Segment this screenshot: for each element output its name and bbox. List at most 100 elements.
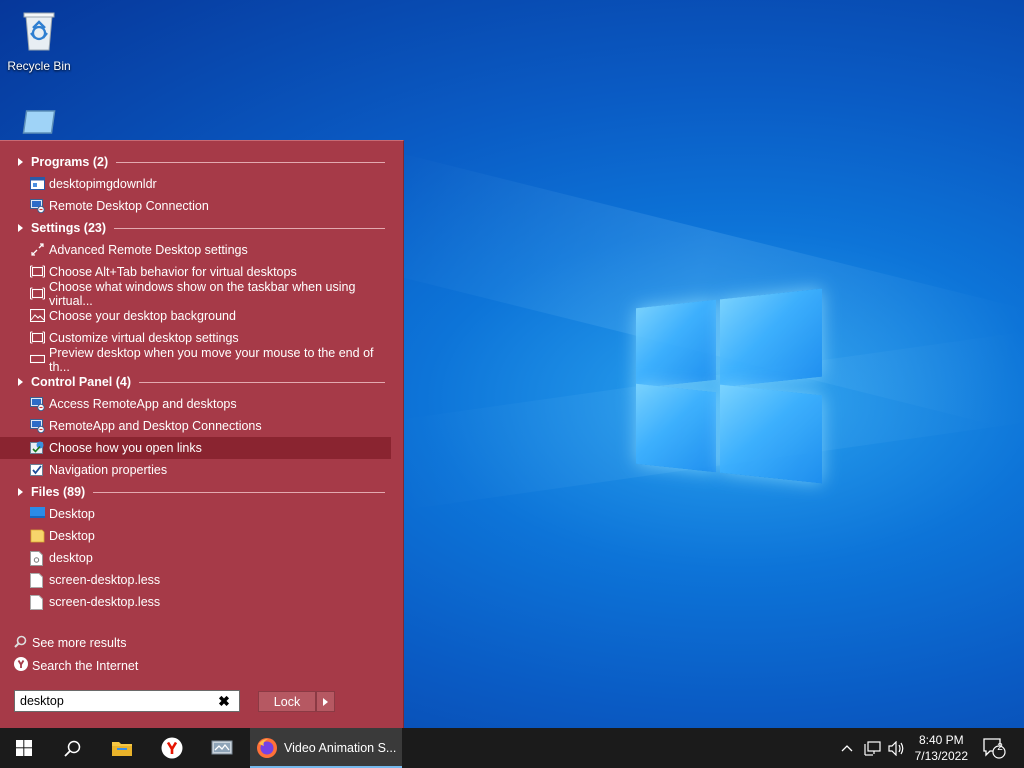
magnifier-icon (14, 635, 27, 651)
yandex-icon (161, 737, 183, 759)
search-result-label: Desktop (49, 507, 95, 521)
virtual-desktop-icon (30, 331, 45, 345)
search-result-label: RemoteApp and Desktop Connections (49, 419, 262, 433)
search-result-label: desktopimgdownldr (49, 177, 157, 191)
search-result-item[interactable]: Navigation properties (0, 459, 391, 481)
search-result-item[interactable]: Choose what windows show on the taskbar … (0, 280, 391, 308)
see-more-results-link[interactable]: See more results (14, 635, 126, 651)
clear-search-icon[interactable]: ✖ (212, 693, 236, 710)
remote-desktop-icon (30, 397, 45, 412)
yandex-browser-button[interactable] (152, 728, 192, 768)
search-result-item[interactable]: RemoteApp and Desktop Connections (0, 415, 391, 437)
search-result-item[interactable]: Access RemoteApp and desktops (0, 393, 391, 415)
chevron-right-icon (323, 697, 328, 706)
results-group-header[interactable]: Programs (2) (0, 151, 403, 173)
search-result-label: Desktop (49, 529, 95, 543)
search-result-label: Navigation properties (49, 463, 168, 477)
group-divider (139, 381, 385, 383)
search-results: Programs (2) desktopimgdownldr Remote Desk… (0, 151, 403, 613)
search-result-label: Choose how you open links (49, 441, 202, 455)
file-icon (30, 573, 45, 588)
file-explorer-button[interactable] (102, 728, 142, 768)
search-result-item[interactable]: Advanced Remote Desktop settings (0, 239, 391, 261)
lock-button[interactable]: Lock (258, 691, 316, 712)
search-result-item[interactable]: Choose your desktop background (0, 305, 391, 327)
results-group-header[interactable]: Control Panel (4) (0, 371, 403, 393)
power-options-arrow-button[interactable] (316, 691, 335, 712)
search-result-item[interactable]: screen-desktop.less (0, 569, 391, 591)
action-center-button[interactable]: 2 (980, 728, 1008, 768)
recycle-bin-icon (2, 8, 76, 55)
network-button[interactable] (861, 728, 883, 768)
firefox-icon (256, 737, 278, 759)
search-internet-label: Search the Internet (32, 658, 139, 673)
taskbar-app-firefox[interactable]: Video Animation S... (250, 728, 402, 768)
group-title: Files (89) (31, 485, 86, 499)
virtual-desktop-icon (30, 287, 45, 301)
internet-options-icon (30, 441, 45, 455)
search-result-label: desktop (49, 551, 93, 565)
search-result-item[interactable]: Preview desktop when you move your mouse… (0, 346, 391, 374)
search-icon (63, 740, 80, 757)
expand-arrow-icon (18, 378, 23, 386)
virtual-desktop-icon (30, 265, 45, 279)
search-result-item[interactable]: desktop (0, 547, 391, 569)
results-group-header[interactable]: Files (89) (0, 481, 403, 503)
expand-arrow-icon (18, 224, 23, 232)
network-icon (863, 740, 881, 756)
start-search-box[interactable]: ✖ (14, 690, 240, 712)
expand-arrow-icon (18, 488, 23, 496)
group-title: Programs (2) (31, 155, 109, 169)
search-result-label: Choose Alt+Tab behavior for virtual desk… (49, 265, 297, 279)
clock-date: 7/13/2022 (914, 749, 968, 763)
start-menu: Programs (2) desktopimgdownldr Remote Desk… (0, 140, 404, 729)
start-button[interactable] (4, 728, 44, 768)
file-icon (30, 595, 45, 610)
search-input[interactable] (15, 693, 212, 709)
taskbar-clock[interactable]: 8:40 PM 7/13/2022 (915, 732, 968, 764)
control-panel-button[interactable] (202, 728, 242, 768)
search-result-label: screen-desktop.less (49, 573, 161, 587)
search-result-item[interactable]: Choose how you open links (0, 437, 391, 459)
group-divider (114, 227, 385, 229)
chevron-up-icon (841, 745, 853, 752)
desktop-icon-recycle-bin[interactable]: Recycle Bin (2, 8, 76, 73)
group-title: Control Panel (4) (31, 375, 132, 389)
volume-button[interactable] (885, 728, 907, 768)
show-hidden-icons-button[interactable] (838, 728, 856, 768)
settings-file-icon (30, 551, 45, 566)
speaker-icon (887, 740, 903, 756)
search-result-item[interactable]: Desktop (0, 525, 391, 547)
expand-arrow-icon (18, 158, 23, 166)
search-result-label: Remote Desktop Connection (49, 199, 209, 213)
folder-icon (112, 742, 132, 756)
desktop-folder-icon (30, 507, 45, 521)
search-result-item[interactable]: screen-desktop.less (0, 591, 391, 613)
search-result-label: Choose what windows show on the taskbar … (49, 280, 356, 308)
windows-logo-wallpaper (636, 288, 822, 484)
remote-desktop-icon (30, 419, 45, 434)
search-internet-link[interactable]: Search the Internet (14, 657, 138, 674)
search-result-item[interactable]: desktopimgdownldr (0, 173, 391, 195)
control-panel-icon (211, 740, 233, 755)
search-result-label: Choose your desktop background (49, 309, 236, 323)
search-button[interactable] (52, 728, 92, 768)
search-result-item[interactable]: Remote Desktop Connection (0, 195, 391, 217)
notification-count-badge: 2 (997, 742, 1003, 753)
search-result-item[interactable]: Desktop (0, 503, 391, 525)
search-result-label: Customize virtual desktop settings (49, 331, 239, 345)
results-group-header[interactable]: Settings (23) (0, 217, 403, 239)
remote-desktop-icon (30, 199, 45, 214)
app-window-icon (30, 177, 45, 191)
search-result-label: Access RemoteApp and desktops (49, 397, 237, 411)
taskbar-icon (29, 353, 46, 367)
yandex-icon (14, 657, 28, 674)
see-more-label: See more results (32, 636, 127, 650)
group-divider (93, 491, 385, 493)
taskbar-app-label: Video Animation S... (284, 741, 397, 755)
windows-start-icon (16, 740, 32, 756)
picture-icon (29, 308, 46, 323)
group-title: Settings (23) (31, 221, 107, 235)
taskbar: Video Animation S... 8:40 PM 7/13/2022 2 (0, 728, 1024, 768)
search-result-label: Advanced Remote Desktop settings (49, 243, 248, 257)
